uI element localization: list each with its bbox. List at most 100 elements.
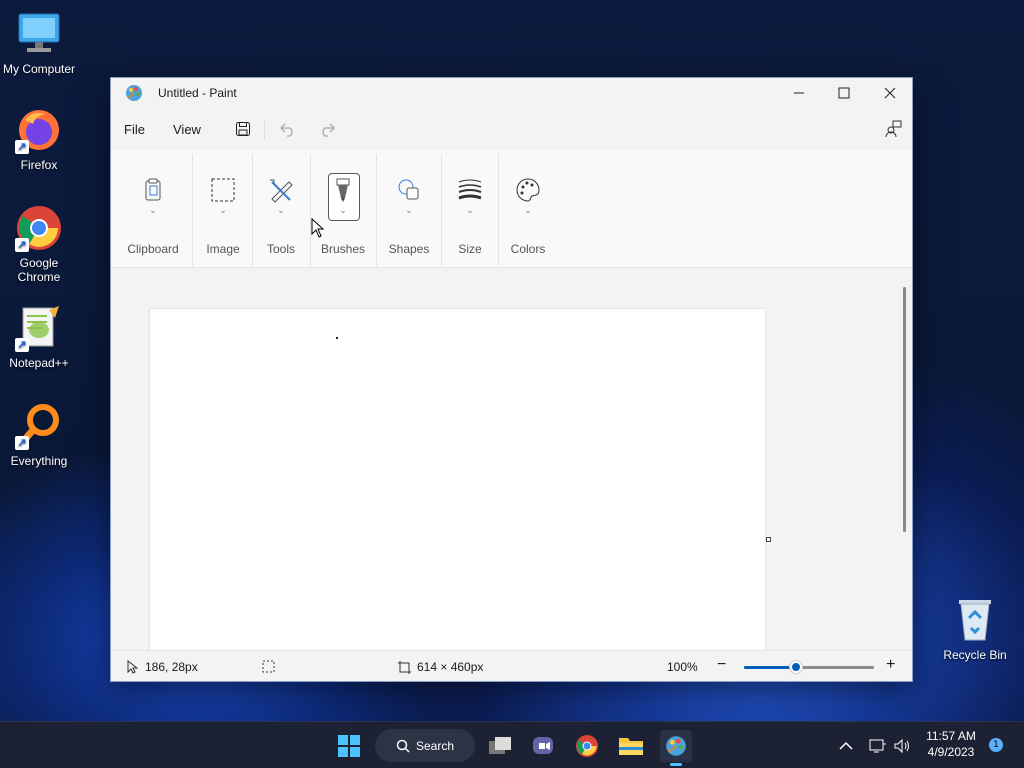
- redo-icon: [322, 123, 335, 137]
- speaker-icon: [894, 738, 909, 754]
- settings-account-button[interactable]: [881, 117, 905, 141]
- zoom-level[interactable]: 100%: [667, 660, 698, 674]
- desktop-icon-recycle-bin[interactable]: Recycle Bin: [936, 596, 1014, 662]
- desktop-icon-label: Notepad++: [9, 356, 69, 370]
- ribbon-separator: [310, 154, 311, 266]
- taskbar-chrome-button[interactable]: [571, 730, 603, 762]
- menu-separator: [264, 120, 265, 140]
- show-hidden-icons-button[interactable]: [830, 730, 862, 762]
- volume-button[interactable]: [886, 730, 918, 762]
- vertical-scrollbar[interactable]: [903, 287, 906, 532]
- chevron-down-icon: ⌄: [405, 206, 413, 216]
- selection-size-status: [262, 660, 275, 673]
- title-bar[interactable]: Untitled - Paint: [111, 78, 912, 108]
- zoom-out-button[interactable]: −: [717, 656, 726, 674]
- undo-button[interactable]: [276, 117, 300, 141]
- clock-date: 4/9/2023: [927, 745, 975, 759]
- teams-chat-button[interactable]: [527, 730, 559, 762]
- ribbon-group-brushes[interactable]: ⌄ Brushes: [313, 150, 373, 268]
- close-button[interactable]: [867, 78, 913, 108]
- desktop-icon-everything[interactable]: ↗ Everything: [0, 402, 78, 468]
- canvas-resize-handle[interactable]: [766, 537, 771, 542]
- selection-icon: [209, 176, 237, 204]
- canvas-workspace[interactable]: [111, 269, 912, 650]
- menu-file[interactable]: File: [124, 122, 145, 137]
- task-view-button[interactable]: [484, 730, 516, 762]
- shapes-icon: [395, 176, 423, 204]
- mouse-cursor-icon: [311, 218, 325, 238]
- everything-icon: ↗: [15, 402, 63, 450]
- clock[interactable]: 11:57 AM 4/9/2023: [918, 728, 984, 760]
- ribbon-group-label: Clipboard: [127, 242, 179, 256]
- running-indicator: [670, 763, 682, 766]
- taskbar: Search 11:57 AM 4/9/2023 1: [0, 721, 1024, 768]
- ribbon-group-tools[interactable]: ⌄ Tools: [253, 150, 309, 268]
- zoom-slider-thumb[interactable]: [790, 661, 802, 673]
- ribbon-group-shapes[interactable]: ⌄ Shapes: [377, 150, 441, 268]
- ribbon-group-label: Shapes: [388, 242, 430, 256]
- paint-app-icon: [666, 736, 686, 756]
- desktop-icon-label: Everything: [10, 454, 68, 468]
- chevron-down-icon: ⌄: [149, 206, 157, 216]
- drawing-canvas[interactable]: [150, 309, 765, 650]
- minimize-button[interactable]: [776, 78, 822, 108]
- paint-app-icon: [125, 84, 143, 102]
- ribbon-group-clipboard[interactable]: ⌄ Clipboard: [121, 150, 185, 268]
- desktop-icon-notepadpp[interactable]: ↗ Notepad++: [0, 304, 78, 370]
- taskbar-search-button[interactable]: Search: [375, 729, 475, 762]
- ribbon-group-label: Size: [458, 242, 482, 256]
- canvas-size-status: 614 × 460px: [398, 660, 483, 674]
- shortcut-arrow-icon: ↗: [15, 436, 29, 450]
- status-bar: 186, 28px 614 × 460px 100% − +: [111, 650, 912, 681]
- zoom-slider[interactable]: [744, 661, 874, 673]
- notification-badge[interactable]: 1: [989, 738, 1003, 752]
- ribbon-toolbar: ⌄ Clipboard ⌄ Image ⌄ Tools ⌄ Brushes ⌄ …: [111, 150, 912, 268]
- menu-view[interactable]: View: [173, 122, 201, 137]
- desktop-icon-label: Recycle Bin: [943, 648, 1007, 662]
- canvas-size-icon: [398, 660, 411, 674]
- search-label: Search: [415, 738, 455, 753]
- ribbon-separator: [498, 154, 499, 266]
- start-button[interactable]: [333, 730, 365, 762]
- maximize-button[interactable]: [821, 78, 867, 108]
- maximize-icon: [838, 87, 850, 99]
- desktop-icon-label: Firefox: [20, 158, 58, 172]
- cursor-position-status: 186, 28px: [127, 660, 198, 674]
- window-title: Untitled - Paint: [158, 86, 237, 100]
- save-button[interactable]: [231, 117, 255, 141]
- desktop-icon-google-chrome[interactable]: ↗ Google Chrome: [0, 204, 78, 284]
- tools-icon: [267, 176, 295, 204]
- desktop-icon-my-computer[interactable]: My Computer: [0, 10, 78, 76]
- ribbon-group-label: Image: [206, 242, 240, 256]
- desktop-icon-firefox[interactable]: ↗ Firefox: [0, 106, 78, 172]
- task-view-icon: [489, 737, 511, 754]
- clock-time: 11:57 AM: [926, 729, 976, 743]
- firefox-icon: ↗: [15, 106, 63, 154]
- ribbon-group-label: Brushes: [320, 242, 366, 256]
- redo-button[interactable]: [315, 117, 339, 141]
- ribbon-group-colors[interactable]: ⌄ Colors: [501, 150, 555, 268]
- desktop-icon-label: My Computer: [2, 62, 76, 76]
- minimize-icon: [794, 92, 804, 94]
- pointer-icon: [127, 660, 139, 674]
- shortcut-arrow-icon: ↗: [15, 238, 29, 252]
- folder-icon: [619, 738, 643, 755]
- taskbar-file-explorer-button[interactable]: [615, 730, 647, 762]
- chat-icon: [533, 737, 553, 754]
- chrome-icon: [576, 735, 598, 757]
- save-icon: [236, 122, 250, 136]
- chrome-icon: ↗: [15, 204, 63, 252]
- selection-size-icon: [262, 660, 275, 673]
- close-icon: [884, 87, 896, 99]
- zoom-in-button[interactable]: +: [886, 656, 895, 674]
- chevron-up-icon: [839, 741, 853, 750]
- recycle-bin-icon: [951, 596, 999, 644]
- ribbon-group-size[interactable]: ⌄ Size: [444, 150, 496, 268]
- canvas-size-text: 614 × 460px: [417, 660, 484, 674]
- chevron-down-icon: ⌄: [219, 206, 227, 216]
- notepadpp-icon: ↗: [15, 304, 63, 352]
- ribbon-group-image[interactable]: ⌄ Image: [195, 150, 251, 268]
- palette-icon: [514, 176, 542, 204]
- taskbar-paint-button[interactable]: [660, 730, 692, 766]
- chevron-down-icon: ⌄: [277, 206, 285, 216]
